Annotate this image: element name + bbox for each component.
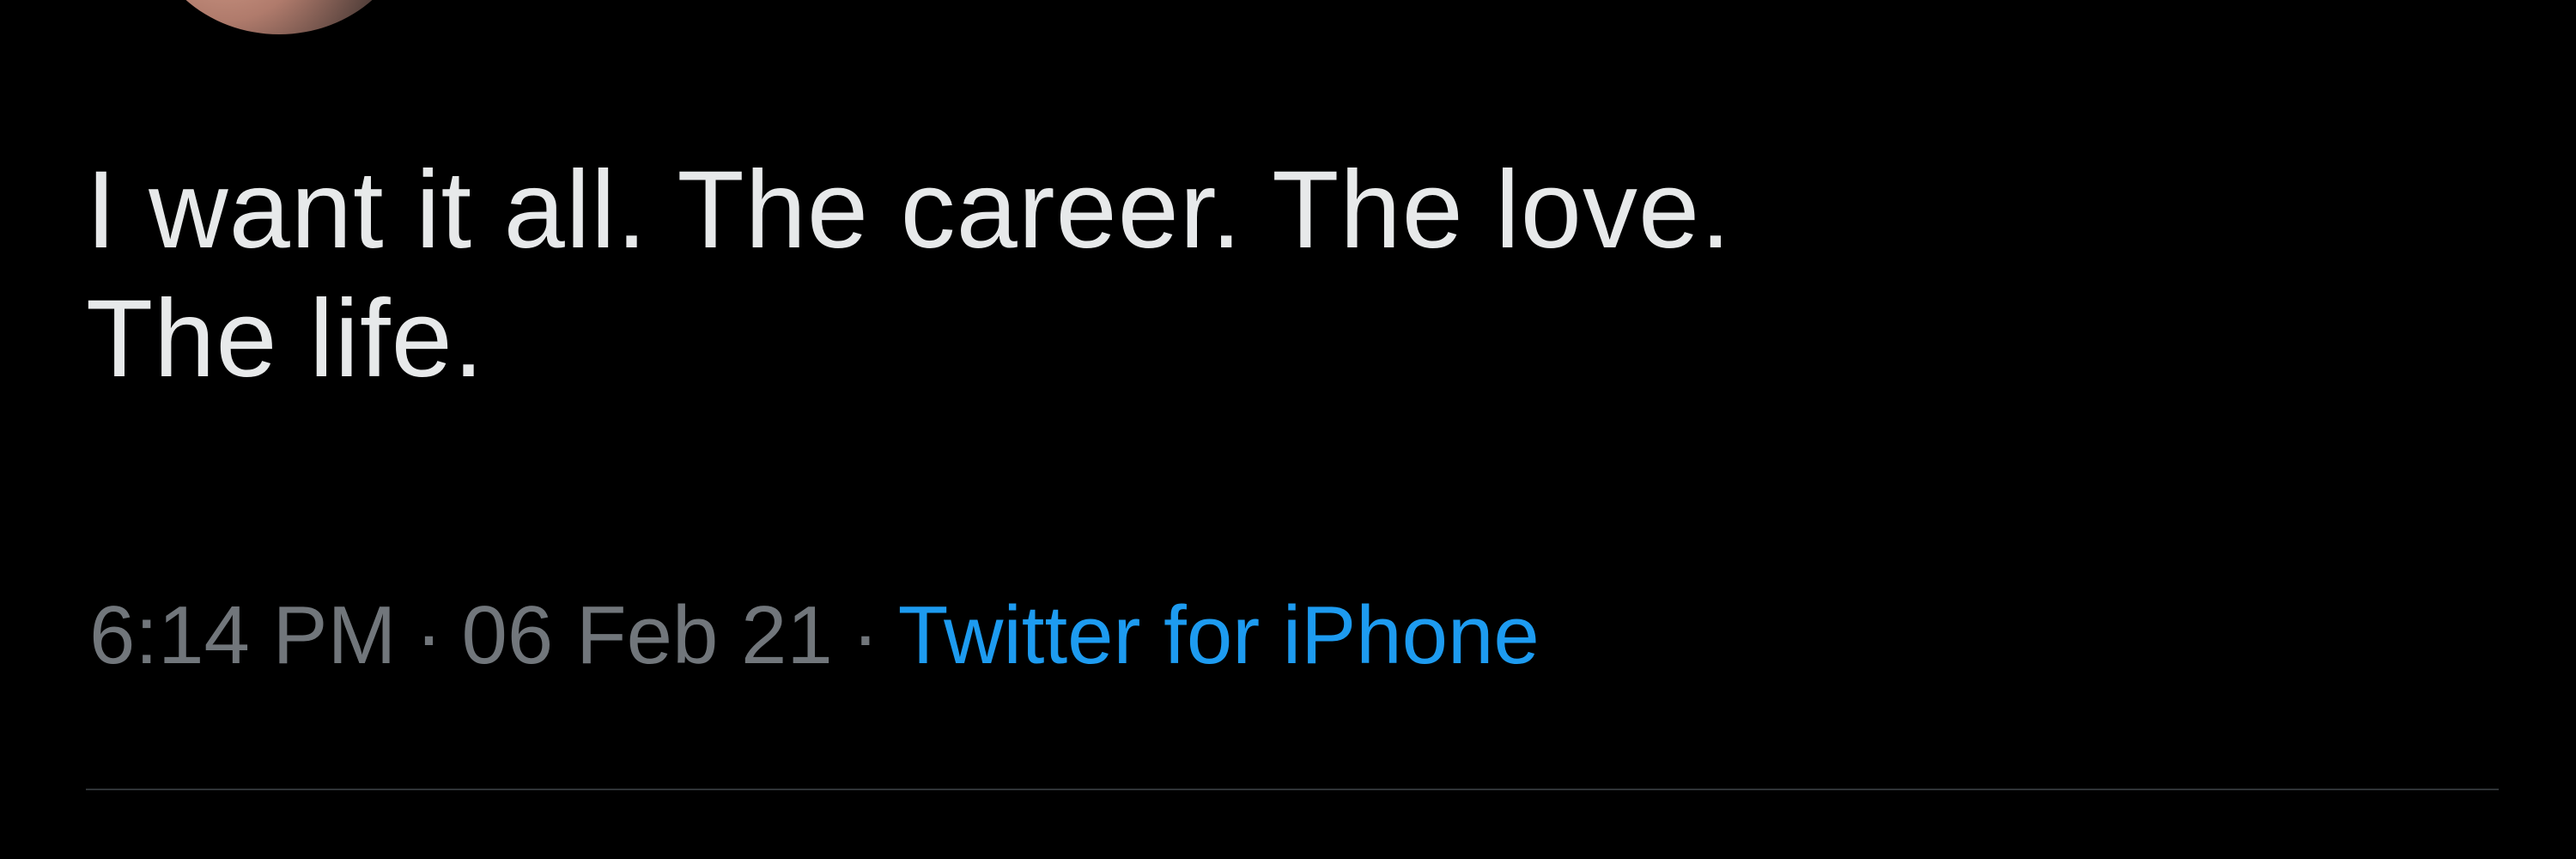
tweet-text: I want it all. The career. The love. The… xyxy=(86,146,2490,404)
tweet-date: 06 Feb 21 xyxy=(461,589,833,681)
avatar[interactable] xyxy=(146,0,412,34)
tweet-metadata: 6:14 PM · 06 Feb 21 · Twitter for iPhone xyxy=(89,584,1540,687)
separator-dot: · xyxy=(415,589,443,681)
tweet-time: 6:14 PM xyxy=(89,589,397,681)
tweet-source-link[interactable]: Twitter for iPhone xyxy=(898,589,1540,681)
separator-dot: · xyxy=(851,589,879,681)
tweet-detail-view: I want it all. The career. The love. The… xyxy=(0,0,2576,859)
divider xyxy=(86,789,2499,790)
tweet-text-line-1: I want it all. The career. The love. xyxy=(86,149,1732,271)
tweet-text-line-2: The life. xyxy=(86,277,485,400)
